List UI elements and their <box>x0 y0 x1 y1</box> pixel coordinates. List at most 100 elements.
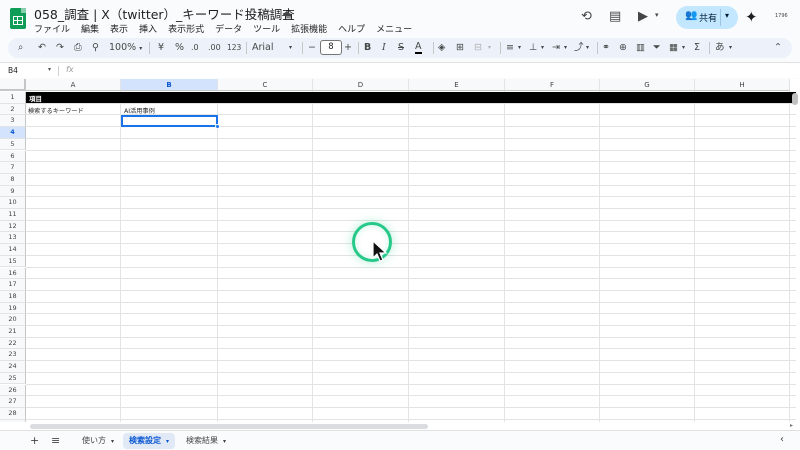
font-size-increase-button[interactable]: + <box>344 41 352 55</box>
input-tools-dropdown-icon[interactable]: ▾ <box>729 41 732 55</box>
row-header-17[interactable]: 17 <box>0 279 26 291</box>
column-header-a[interactable]: A <box>26 79 121 91</box>
filter-views-icon[interactable]: ▦ <box>669 41 678 55</box>
column-header-e[interactable]: E <box>409 79 505 91</box>
paint-format-icon[interactable]: ⚲ <box>92 41 99 55</box>
insert-comment-icon[interactable]: ⊕ <box>619 41 627 55</box>
text-rotation-icon[interactable]: ⤴ <box>574 41 584 55</box>
row-header-24[interactable]: 24 <box>0 361 26 373</box>
tab-dropdown-icon[interactable]: ▾ <box>111 438 114 445</box>
row-header-27[interactable]: 27 <box>0 396 26 408</box>
text-wrap-icon[interactable]: ⇥ <box>552 41 560 55</box>
menu-extensions[interactable]: 拡張機能 <box>291 22 327 36</box>
explore-collapse-icon[interactable]: ‹ <box>780 434 784 445</box>
row-header-20[interactable]: 20 <box>0 314 26 326</box>
vertical-align-icon[interactable]: ⊥ <box>529 41 537 55</box>
select-all-corner[interactable] <box>0 79 26 91</box>
row-header-16[interactable]: 16 <box>0 267 26 280</box>
bold-button[interactable]: B <box>364 41 371 55</box>
menu-edit[interactable]: 編集 <box>81 22 99 36</box>
share-dropdown-icon[interactable]: ▾ <box>725 11 729 20</box>
row-header-28[interactable]: 28 <box>0 407 26 420</box>
row-header-8[interactable]: 8 <box>0 173 26 186</box>
row-header-11[interactable]: 11 <box>0 209 26 221</box>
row-header-13[interactable]: 13 <box>0 232 26 245</box>
increase-decimal-button[interactable]: .00 <box>208 41 221 55</box>
menu-help[interactable]: ヘルプ <box>338 22 365 36</box>
search-icon[interactable]: ⌕ <box>18 41 23 55</box>
cloud-status-icon[interactable]: ☁ <box>281 6 292 19</box>
tab-dropdown-icon[interactable]: ▾ <box>223 438 226 445</box>
menu-tools[interactable]: ツール <box>253 22 280 36</box>
menu-data[interactable]: データ <box>215 22 242 36</box>
menu-insert[interactable]: 挿入 <box>139 22 157 36</box>
row-header-9[interactable]: 9 <box>0 185 26 198</box>
row-header-7[interactable]: 7 <box>0 162 26 174</box>
filter-views-dropdown-icon[interactable]: ▾ <box>682 41 685 55</box>
sheet-tab-search-settings[interactable]: 検索設定 ▾ <box>123 433 176 449</box>
history-icon[interactable]: ⟲ <box>581 9 592 24</box>
font-family-select[interactable]: Arial <box>252 41 274 55</box>
cell-a2[interactable]: 検索するキーワード <box>28 106 84 115</box>
fill-handle[interactable] <box>215 124 220 129</box>
row-header-2[interactable]: 2 <box>0 103 26 116</box>
row-header-4[interactable]: 4 <box>0 127 26 139</box>
row-header-5[interactable]: 5 <box>0 138 26 151</box>
menu-custom[interactable]: メニュー <box>376 22 412 36</box>
move-folder-icon[interactable]: ▭ <box>263 6 273 19</box>
print-icon[interactable]: ⎙ <box>74 41 82 55</box>
column-header-b[interactable]: B <box>121 79 218 91</box>
horizontal-scroll-thumb[interactable] <box>30 424 428 429</box>
row-header-6[interactable]: 6 <box>0 150 26 163</box>
row-header-15[interactable]: 15 <box>0 255 26 268</box>
strikethrough-button[interactable]: S <box>398 41 404 55</box>
selected-cell-b4[interactable] <box>121 115 218 127</box>
merge-cells-icon[interactable]: ⊟ <box>474 41 482 55</box>
sheet-tab-usage[interactable]: 使い方 ▾ <box>76 433 120 449</box>
row-header-14[interactable]: 14 <box>0 244 26 256</box>
insert-chart-icon[interactable]: ▥ <box>636 41 645 55</box>
gemini-icon[interactable]: ✦ <box>745 8 758 26</box>
menu-file[interactable]: ファイル <box>34 22 70 36</box>
tab-dropdown-icon[interactable]: ▾ <box>166 438 169 445</box>
horizontal-scrollbar[interactable]: ▸ <box>0 422 800 430</box>
column-header-g[interactable]: G <box>600 79 695 91</box>
scroll-right-icon[interactable]: ▸ <box>790 422 793 429</box>
vertical-scrollbar[interactable] <box>792 93 798 105</box>
column-header-h[interactable]: H <box>695 79 790 91</box>
undo-icon[interactable]: ↶ <box>38 41 46 55</box>
filter-icon[interactable]: ⏷ <box>653 41 661 55</box>
borders-icon[interactable]: ⊞ <box>456 41 464 55</box>
meet-icon[interactable]: ▶ <box>638 9 648 24</box>
star-icon[interactable]: ☆ <box>247 6 257 19</box>
account-avatar[interactable]: 1796 <box>775 13 788 19</box>
add-sheet-icon[interactable]: + <box>30 434 39 447</box>
halign-dropdown-icon[interactable]: ▾ <box>518 41 521 55</box>
row-header-22[interactable]: 22 <box>0 337 26 350</box>
collapse-menus-icon[interactable]: ⌃ <box>774 41 782 55</box>
row-header-21[interactable]: 21 <box>0 326 26 338</box>
redo-icon[interactable]: ↷ <box>56 41 64 55</box>
row-header-25[interactable]: 25 <box>0 372 26 385</box>
row-header-12[interactable]: 12 <box>0 220 26 233</box>
rotation-dropdown-icon[interactable]: ▾ <box>586 41 589 55</box>
wrap-dropdown-icon[interactable]: ▾ <box>564 41 567 55</box>
currency-format-button[interactable]: ¥ <box>158 41 164 55</box>
horizontal-align-icon[interactable]: ≡ <box>506 41 514 55</box>
row-header-23[interactable]: 23 <box>0 349 26 362</box>
sheet-tab-search-results[interactable]: 検索結果 ▾ <box>180 433 232 449</box>
insert-link-icon[interactable]: ⚭ <box>602 41 610 55</box>
column-header-c[interactable]: C <box>218 79 313 91</box>
menu-format[interactable]: 表示形式 <box>168 22 204 36</box>
row-header-1[interactable]: 1 <box>0 92 26 104</box>
fill-color-icon[interactable]: ◈ <box>438 41 445 55</box>
name-box-dropdown-icon[interactable]: ▾ <box>48 66 51 73</box>
functions-button[interactable]: Σ <box>694 41 700 55</box>
font-size-input[interactable]: 8 <box>320 40 342 55</box>
row-header-19[interactable]: 19 <box>0 302 26 315</box>
decrease-decimal-button[interactable]: .0 <box>191 41 199 55</box>
text-color-button[interactable]: A <box>415 41 422 54</box>
valign-dropdown-icon[interactable]: ▾ <box>541 41 544 55</box>
italic-button[interactable]: I <box>382 41 386 55</box>
row-header-10[interactable]: 10 <box>0 197 26 209</box>
